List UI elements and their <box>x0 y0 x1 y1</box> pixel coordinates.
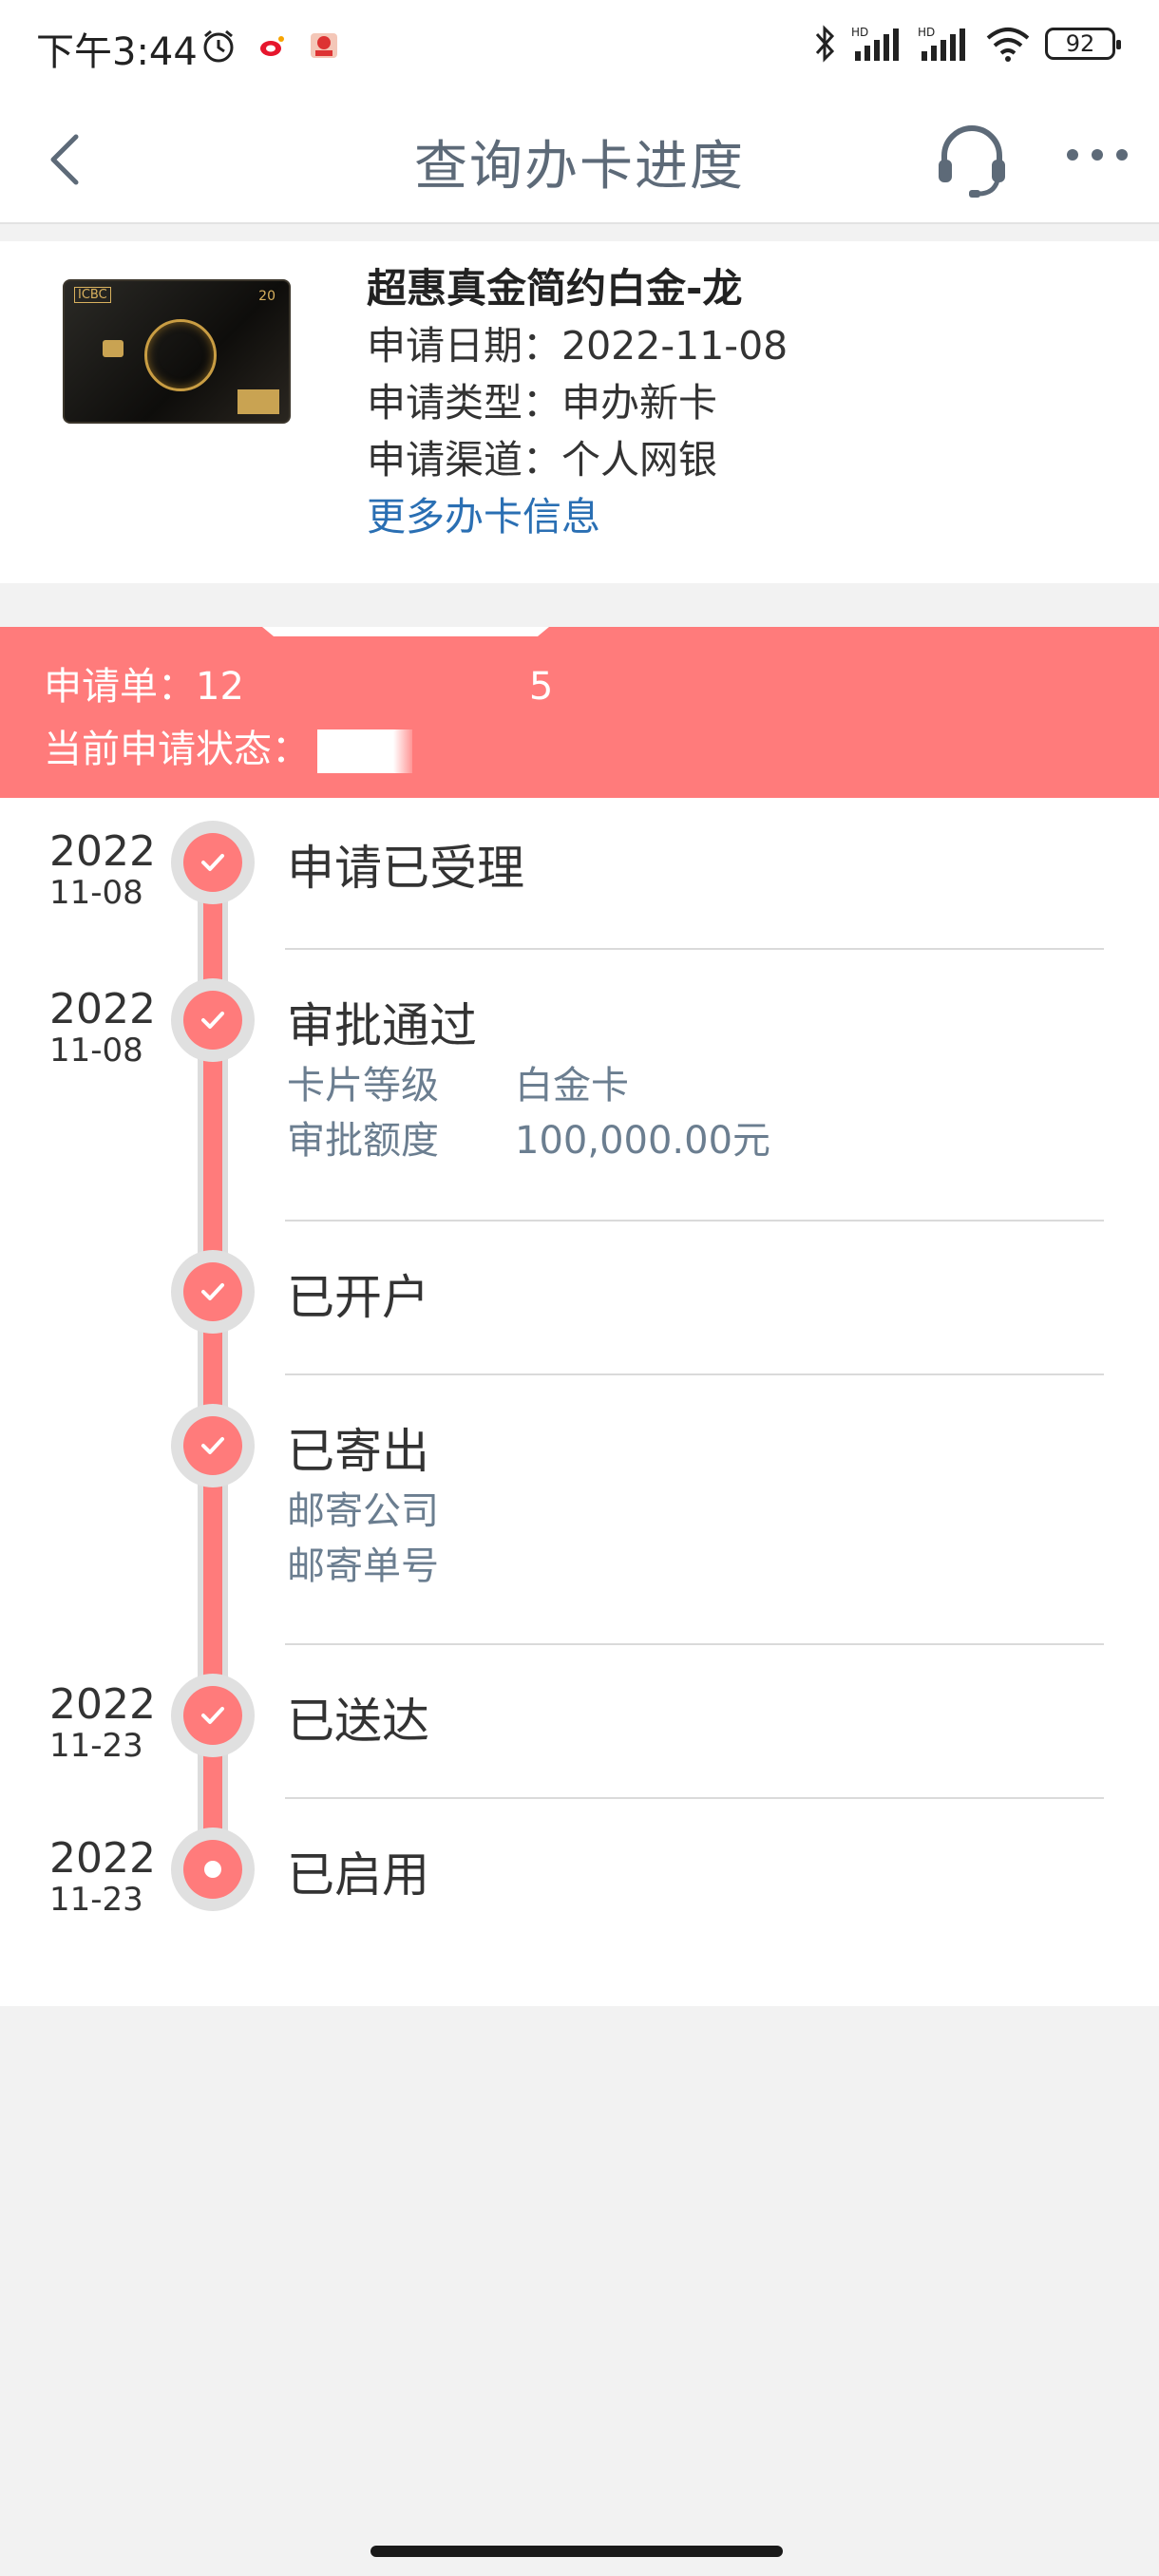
step-divider <box>285 1373 1104 1375</box>
detail-row: 邮寄单号 <box>287 1539 515 1594</box>
status-left-icons <box>200 27 340 65</box>
nav-bar: 查询办卡进度 <box>0 95 1159 224</box>
signal-1-icon: HD <box>851 26 899 61</box>
card-info-panel: ICBC 20 超惠真金简约白金-龙 申请日期：2022-11-08 申请类型：… <box>0 241 1159 583</box>
more-card-info-link[interactable]: 更多办卡信息 <box>367 488 788 545</box>
step-node <box>171 978 255 1062</box>
current-dot <box>204 1861 221 1878</box>
apply-type-value: 申办新卡 <box>561 380 717 426</box>
progress-timeline: 2022 11-08 申请已受理 2022 11-08 审批通过 卡片等级 白金… <box>0 798 1159 2006</box>
application-number-end: 5 <box>528 665 554 709</box>
step-title: 审批通过 <box>287 998 477 1053</box>
apply-type-label: 申请类型： <box>367 380 561 426</box>
step-divider <box>285 948 1104 950</box>
detail-row: 审批额度 100,000.00元 <box>287 1113 770 1168</box>
step-divider <box>285 1643 1104 1645</box>
step-node-current <box>171 1828 255 1911</box>
step-year: 2022 <box>49 1680 156 1729</box>
courier-company-label: 邮寄公司 <box>287 1489 439 1533</box>
step-check-icon <box>183 991 242 1050</box>
step-node <box>171 1674 255 1757</box>
step-check-icon <box>183 1686 242 1745</box>
battery-indicator: 92 <box>1045 28 1121 60</box>
card-chip <box>103 340 124 357</box>
step-date: 2022 11-23 <box>49 1680 156 1765</box>
step-date: 2022 11-08 <box>49 985 156 1070</box>
step-title: 已开户 <box>287 1270 429 1325</box>
current-status-label: 当前申请状态： <box>44 728 310 771</box>
current-status-row: 当前申请状态： <box>44 718 412 773</box>
step-year: 2022 <box>49 827 156 876</box>
status-time: 下午3:44 <box>36 30 198 74</box>
step-date: 2022 11-23 <box>49 1834 156 1919</box>
step-current-dot-icon <box>183 1840 242 1899</box>
weibo-icon <box>260 36 284 56</box>
svg-text:HD: HD <box>851 26 868 39</box>
step-details: 卡片等级 白金卡 审批额度 100,000.00元 <box>287 1058 770 1168</box>
status-right-icons: HD HD 92 <box>813 25 1121 63</box>
step-title: 已送达 <box>287 1694 429 1749</box>
step-node <box>171 821 255 904</box>
credit-limit-label: 审批额度 <box>287 1119 439 1163</box>
svg-text:HD: HD <box>918 26 935 39</box>
detail-row: 邮寄公司 <box>287 1484 515 1539</box>
apply-date-label: 申请日期： <box>367 323 561 369</box>
home-indicator[interactable] <box>370 2546 783 2557</box>
alarm-icon <box>203 29 234 63</box>
apply-channel-label: 申请渠道： <box>367 437 561 483</box>
step-year: 2022 <box>49 1834 156 1883</box>
apply-channel-value: 个人网银 <box>561 437 717 483</box>
customer-service-headset-icon[interactable] <box>931 118 1013 199</box>
signal-2-icon: HD <box>918 26 965 61</box>
application-number-row: 申请单：12 5 <box>44 655 553 710</box>
card-product-name: 超惠真金简约白金-龙 <box>367 265 743 312</box>
step-date: 2022 11-08 <box>49 827 156 912</box>
bluetooth-icon <box>815 25 835 63</box>
tracking-number-label: 邮寄单号 <box>287 1544 439 1588</box>
step-divider <box>285 1797 1104 1799</box>
banner-notch <box>262 627 549 636</box>
step-title: 申请已受理 <box>287 841 524 896</box>
card-level-label: 卡片等级 <box>287 1064 439 1108</box>
step-divider <box>285 1220 1104 1222</box>
more-options-icon[interactable] <box>1064 141 1130 169</box>
status-bar: 下午3:44 HD HD 92 <box>0 0 1159 95</box>
step-details: 邮寄公司 邮寄单号 <box>287 1484 515 1594</box>
credit-limit-value: 100,000.00元 <box>515 1119 771 1163</box>
card-dragon-emblem <box>144 319 217 391</box>
card-brand-logo: ICBC <box>74 287 111 303</box>
application-status-banner: 申请单：12 5 当前申请状态： <box>0 627 1159 798</box>
card-badge-number: 20 <box>258 289 276 304</box>
card-level-value: 白金卡 <box>515 1064 629 1108</box>
step-node <box>171 1250 255 1334</box>
step-check-icon <box>183 1262 242 1321</box>
step-title: 已寄出 <box>287 1424 429 1479</box>
apply-type-row: 申请类型：申办新卡 <box>367 374 788 431</box>
step-month-day: 11-08 <box>49 874 143 912</box>
wifi-icon <box>986 28 1030 62</box>
step-month-day: 11-23 <box>49 1881 143 1919</box>
detail-row: 卡片等级 白金卡 <box>287 1058 770 1113</box>
step-check-icon <box>183 833 242 892</box>
apply-channel-row: 申请渠道：个人网银 <box>367 431 788 488</box>
credit-card-image: ICBC 20 <box>63 279 291 424</box>
card-network-logo <box>238 389 279 414</box>
step-title: 已启用 <box>287 1847 429 1903</box>
step-month-day: 11-08 <box>49 1032 143 1070</box>
step-month-day: 11-23 <box>49 1727 143 1765</box>
apply-date-value: 2022-11-08 <box>561 323 788 369</box>
application-number-label: 申请单： <box>44 665 196 709</box>
step-year: 2022 <box>49 985 156 1033</box>
current-status-redacted <box>317 729 412 773</box>
application-number-start: 12 <box>196 665 244 709</box>
card-details: 超惠真金简约白金-龙 申请日期：2022-11-08 申请类型：申办新卡 申请渠… <box>367 260 788 545</box>
apply-date-row: 申请日期：2022-11-08 <box>367 317 788 374</box>
step-node <box>171 1404 255 1487</box>
app-notification-icon <box>311 33 337 58</box>
step-check-icon <box>183 1416 242 1475</box>
